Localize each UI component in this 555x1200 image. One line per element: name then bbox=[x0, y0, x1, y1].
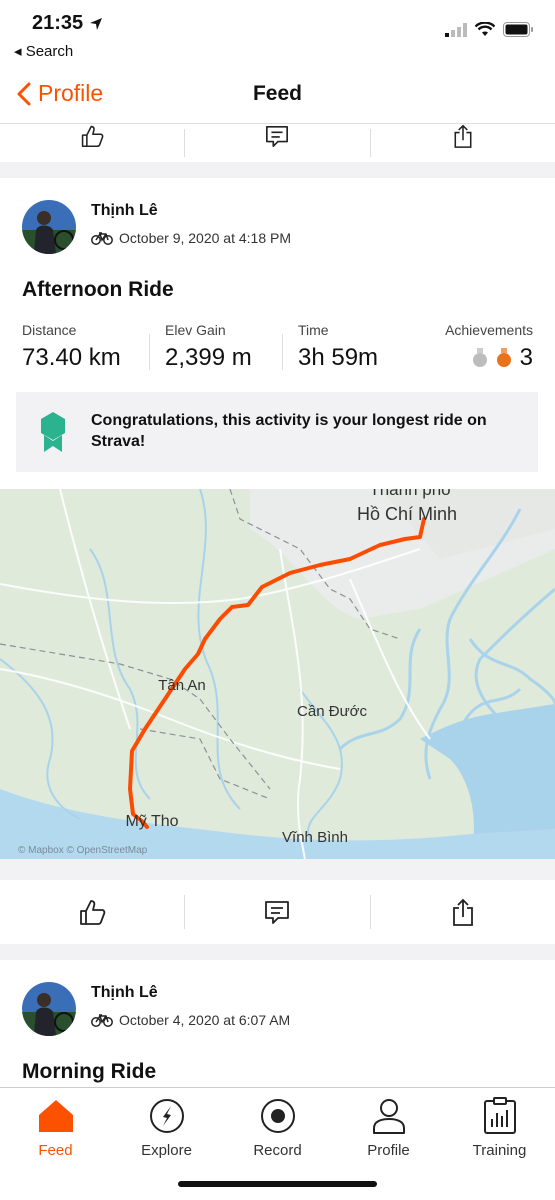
distance-stat: Distance 73.40 km bbox=[22, 322, 121, 372]
training-icon bbox=[483, 1097, 516, 1134]
athlete-photo bbox=[22, 200, 76, 254]
activity-date: October 9, 2020 at 4:18 PM bbox=[119, 230, 291, 246]
time-label: Time bbox=[298, 322, 329, 338]
wifi-icon bbox=[475, 22, 495, 36]
comment-icon bbox=[266, 125, 289, 147]
time-stat: Time 3h 59m bbox=[298, 322, 378, 372]
previous-activity-actions bbox=[0, 124, 555, 162]
tab-feed[interactable]: Feed bbox=[0, 1094, 111, 1159]
share-icon bbox=[452, 898, 473, 926]
avatar[interactable] bbox=[22, 982, 76, 1036]
avatar[interactable] bbox=[22, 200, 76, 254]
achievements-stat: Achievements 3 bbox=[445, 322, 533, 372]
activity-meta: October 4, 2020 at 6:07 AM bbox=[91, 1012, 290, 1028]
longest-ride-text: Congratulations, this activity is your l… bbox=[91, 412, 487, 450]
tab-label-training: Training bbox=[472, 1142, 527, 1159]
record-icon bbox=[260, 1099, 295, 1133]
tab-label-record: Record bbox=[253, 1142, 302, 1159]
status-time: 21:35 bbox=[32, 12, 103, 35]
tab-label-profile: Profile bbox=[367, 1142, 410, 1159]
comment-button[interactable] bbox=[185, 880, 369, 944]
share-button[interactable] bbox=[371, 124, 555, 162]
thumbs-up-icon bbox=[81, 125, 104, 148]
home-indicator bbox=[178, 1181, 377, 1187]
tab-profile[interactable]: Profile bbox=[333, 1094, 444, 1159]
bike-icon bbox=[91, 1014, 113, 1027]
elevation-value: 2,399 m bbox=[165, 344, 252, 371]
divider bbox=[282, 334, 283, 370]
elevation-stat: Elev Gain 2,399 m bbox=[165, 322, 252, 372]
map-label-can-duoc: Cần Đước bbox=[297, 703, 367, 720]
achievement-ribbon-icon bbox=[41, 412, 65, 452]
achievements-count: 3 bbox=[519, 344, 533, 371]
silver-medal-icon bbox=[472, 348, 487, 367]
status-icons bbox=[445, 22, 533, 37]
activity-card[interactable]: Thịnh Lê October 4, 2020 at 6:07 AM Morn… bbox=[0, 960, 555, 1087]
map-label-city-top: Thành phố bbox=[369, 489, 451, 499]
distance-label: Distance bbox=[22, 322, 77, 338]
longest-ride-banner: Congratulations, this activity is your l… bbox=[16, 392, 538, 472]
map-label-hcmc: Hồ Chí Minh bbox=[357, 504, 457, 524]
share-button[interactable] bbox=[371, 880, 555, 944]
comment-button[interactable] bbox=[185, 124, 369, 162]
time-value: 3h 59m bbox=[298, 344, 379, 371]
activity-date: October 4, 2020 at 6:07 AM bbox=[119, 1012, 291, 1028]
map-canvas: Thành phố Hồ Chí Minh Tân An Cần Đước Mỹ… bbox=[0, 489, 555, 859]
location-arrow-icon bbox=[89, 17, 102, 30]
achievements-label: Achievements bbox=[445, 322, 533, 338]
comment-icon bbox=[265, 901, 290, 924]
tab-training[interactable]: Training bbox=[444, 1094, 555, 1159]
athlete-name[interactable]: Thịnh Lê bbox=[91, 202, 158, 220]
divider bbox=[149, 334, 150, 370]
activity-title[interactable]: Afternoon Ride bbox=[22, 278, 174, 302]
map-attribution[interactable]: © Mapbox © OpenStreetMap bbox=[18, 845, 148, 856]
profile-icon bbox=[372, 1099, 405, 1134]
activity-meta: October 9, 2020 at 4:18 PM bbox=[91, 230, 291, 246]
tab-label-explore: Explore bbox=[141, 1142, 192, 1159]
tab-label-feed: Feed bbox=[38, 1142, 73, 1159]
athlete-name[interactable]: Thịnh Lê bbox=[91, 984, 158, 1002]
page-title: Feed bbox=[252, 82, 302, 105]
bronze-medal-icon bbox=[496, 348, 511, 367]
back-to-search-link[interactable]: ◂ Search bbox=[14, 42, 73, 60]
navigation-bar: Profile Feed bbox=[0, 68, 555, 124]
achievements-row: 3 bbox=[445, 344, 533, 372]
activity-title[interactable]: Morning Ride bbox=[22, 1060, 156, 1084]
status-bar: 21:35 ◂ Search bbox=[0, 0, 555, 68]
kudos-button[interactable] bbox=[0, 124, 184, 162]
elevation-label: Elev Gain bbox=[165, 322, 226, 338]
battery-icon bbox=[503, 22, 533, 37]
distance-value: 73.40 km bbox=[22, 344, 121, 371]
bike-icon bbox=[91, 232, 113, 245]
home-icon bbox=[38, 1100, 73, 1132]
signal-icon bbox=[445, 22, 467, 37]
tab-explore[interactable]: Explore bbox=[111, 1094, 222, 1159]
compass-icon bbox=[149, 1099, 184, 1133]
thumbs-up-icon bbox=[80, 900, 106, 925]
map-label-my-tho: Mỹ Tho bbox=[125, 813, 178, 830]
map-label-tan-an: Tân An bbox=[158, 677, 206, 694]
tab-record[interactable]: Record bbox=[222, 1094, 333, 1159]
athlete-photo bbox=[22, 982, 76, 1036]
share-icon bbox=[454, 124, 472, 148]
activity-actions bbox=[0, 880, 555, 944]
route-map[interactable]: Thành phố Hồ Chí Minh Tân An Cần Đước Mỹ… bbox=[0, 489, 555, 859]
activity-card[interactable]: Thịnh Lê October 9, 2020 at 4:18 PM Afte… bbox=[0, 178, 555, 489]
kudos-button[interactable] bbox=[0, 880, 184, 944]
map-label-vinh-binh: Vĩnh Bình bbox=[282, 829, 348, 846]
